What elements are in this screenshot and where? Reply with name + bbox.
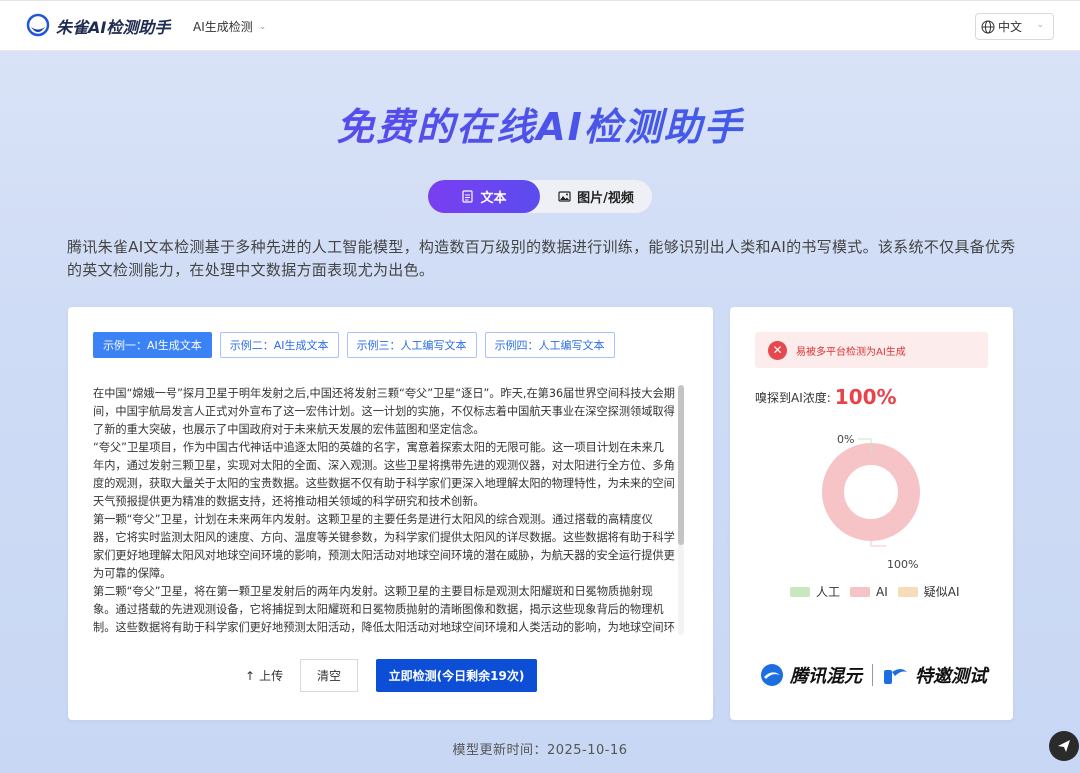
top-bar: 朱雀AI检测助手 AI生成检测 ⌄ 中文 ⌄ xyxy=(0,0,1080,51)
scroll-thumb[interactable] xyxy=(678,385,684,545)
action-bar: ↑ 上传 清空 立即检测(今日剩余19次) xyxy=(68,659,713,692)
detect-button[interactable]: 立即检测(今日剩余19次) xyxy=(376,659,537,692)
legend-item-ai[interactable]: AI xyxy=(850,585,888,599)
hunyuan-logo-icon xyxy=(761,664,783,686)
slice-ai xyxy=(822,443,920,541)
ai-concentration: 嗅探到AI浓度: 100% xyxy=(755,385,897,409)
data-label-full: 100% xyxy=(887,558,918,571)
tab-text-label: 文本 xyxy=(480,191,507,206)
concentration-label: 嗅探到AI浓度: xyxy=(755,390,831,405)
text-input-area[interactable]: 在中国“嫦娥一号”探月卫星于明年发射之后,中国还将发射三颗“夸父”卫星“逐日”。… xyxy=(93,385,675,635)
tab-image-video[interactable]: 图片/视频 xyxy=(540,180,652,213)
result-panel: ✕ 易被多平台检测为AI生成 嗅探到AI浓度: 100% 0% 100% 人工 … xyxy=(730,307,1013,720)
upload-label: 上传 xyxy=(259,669,284,683)
paragraph: 第二颗“夸父”卫星，将在第一颗卫星发射后的两年内发射。这颗卫星的主要目标是观测太… xyxy=(93,585,675,634)
send-icon xyxy=(1058,740,1070,752)
data-label-zero: 0% xyxy=(837,433,854,446)
logo[interactable]: 朱雀AI检测助手 xyxy=(26,13,170,39)
brand-divider xyxy=(872,664,873,686)
legend-swatch xyxy=(850,586,871,597)
invited-test-icon xyxy=(884,669,907,684)
chevron-down-icon: ⌄ xyxy=(1036,20,1044,30)
close-circle-icon: ✕ xyxy=(768,340,787,360)
brand-invited-test: 特邀测试 xyxy=(915,666,987,687)
concentration-value: 100% xyxy=(834,385,897,409)
sample-button-3[interactable]: 示例三：人工编写文本 xyxy=(346,332,477,358)
alert-text: 易被多平台检测为AI生成 xyxy=(796,346,906,358)
nav-ai-detection[interactable]: AI生成检测 ⌄ xyxy=(193,18,266,35)
legend-label: 人工 xyxy=(816,585,841,599)
send-feedback-button[interactable] xyxy=(1049,731,1079,761)
sample-button-4[interactable]: 示例四：人工编写文本 xyxy=(484,332,615,358)
mode-toggle: 文本 图片/视频 xyxy=(428,180,652,213)
scrollbar[interactable] xyxy=(678,385,684,635)
logo-icon xyxy=(26,13,50,37)
donut-chart: 0% 100% xyxy=(822,433,920,571)
chart-legend: 人工 AI 疑似AI xyxy=(790,583,960,600)
logo-text: 朱雀AI检测助手 xyxy=(56,18,171,37)
paragraph: “夸父”卫星项目，作为中国古代神话中追逐太阳的英雄的名字，寓意着探索太阳的无限可… xyxy=(93,441,675,508)
upload-icon: ↑ xyxy=(245,668,256,683)
brand-hunyuan: 腾讯混元 xyxy=(790,666,862,687)
result-alert: ✕ 易被多平台检测为AI生成 xyxy=(755,332,988,368)
model-update-time: 模型更新时间：2025-10-16 xyxy=(452,743,628,758)
brand-logos: 腾讯混元 特邀测试 xyxy=(760,662,987,688)
clear-button[interactable]: 清空 xyxy=(300,659,358,692)
language-select[interactable]: 中文 ⌄ xyxy=(975,13,1054,40)
page-title: 免费的在线AI检测助手 xyxy=(0,96,1080,151)
document-icon xyxy=(462,190,474,203)
language-label: 中文 xyxy=(998,20,1023,34)
legend-label: AI xyxy=(876,584,888,599)
paragraph: 第一颗“夸父”卫星，计划在未来两年内发射。这颗卫星的主要任务是进行太阳风的综合观… xyxy=(93,513,675,580)
input-panel: 示例一：AI生成文本 示例二：AI生成文本 示例三：人工编写文本 示例四：人工编… xyxy=(68,307,713,720)
intro-text: 腾讯朱雀AI文本检测基于多种先进的人工智能模型，构造数百万级别的数据进行训练，能… xyxy=(67,238,1016,279)
globe-icon xyxy=(981,20,995,33)
sample-buttons: 示例一：AI生成文本 示例二：AI生成文本 示例三：人工编写文本 示例四：人工编… xyxy=(93,332,615,358)
tab-image-video-label: 图片/视频 xyxy=(577,191,634,206)
paragraph: 在中国“嫦娥一号”探月卫星于明年发射之后,中国还将发射三颗“夸父”卫星“逐日”。… xyxy=(93,387,675,436)
tab-text[interactable]: 文本 xyxy=(428,180,540,213)
nav-label: AI生成检测 xyxy=(193,20,253,34)
upload-button[interactable]: ↑ 上传 xyxy=(245,667,283,684)
sample-button-1[interactable]: 示例一：AI生成文本 xyxy=(93,332,212,358)
legend-swatch xyxy=(897,586,918,597)
legend-swatch xyxy=(790,586,810,597)
legend-label: 疑似AI xyxy=(923,585,960,599)
legend-item-human[interactable]: 人工 xyxy=(790,583,840,600)
chevron-down-icon: ⌄ xyxy=(258,21,267,32)
legend-item-suspected-ai[interactable]: 疑似AI xyxy=(897,583,960,600)
image-icon xyxy=(558,191,571,202)
sample-button-2[interactable]: 示例二：AI生成文本 xyxy=(219,332,339,358)
